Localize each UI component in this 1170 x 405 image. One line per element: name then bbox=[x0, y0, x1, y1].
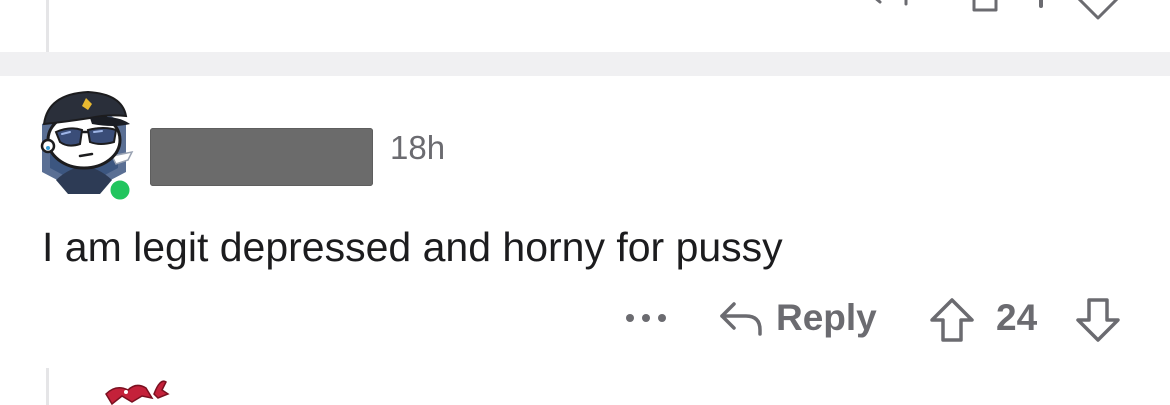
reply-button[interactable]: Reply bbox=[716, 290, 877, 346]
online-status-indicator bbox=[107, 177, 133, 200]
more-icon[interactable] bbox=[770, 0, 820, 4]
username-redacted[interactable] bbox=[150, 128, 373, 186]
comment: 18h I am legit depressed and horny for p… bbox=[0, 76, 1170, 366]
reply-icon[interactable] bbox=[862, 0, 912, 16]
upvote-icon[interactable] bbox=[928, 296, 976, 344]
reply-label: Reply bbox=[776, 297, 877, 338]
previous-comment-actions bbox=[0, 0, 1170, 52]
downvote-icon[interactable] bbox=[1074, 296, 1122, 344]
reply-icon bbox=[720, 302, 762, 336]
more-icon[interactable] bbox=[624, 312, 668, 324]
next-comment-avatar[interactable] bbox=[102, 376, 178, 405]
comment-timestamp: 18h bbox=[390, 129, 446, 166]
upvote-icon[interactable] bbox=[960, 0, 1010, 20]
thread-line bbox=[46, 368, 49, 405]
comment-actions: Reply 24 bbox=[0, 290, 1170, 346]
comment-separator bbox=[0, 52, 1170, 76]
downvote-icon[interactable] bbox=[1070, 0, 1126, 24]
vote-divider bbox=[1039, 0, 1043, 8]
comment-thread-page: 18h I am legit depressed and horny for p… bbox=[0, 0, 1170, 405]
previous-comment bbox=[0, 0, 1170, 52]
vote-count: 24 bbox=[996, 297, 1038, 338]
comment-body: I am legit depressed and horny for pussy bbox=[42, 224, 783, 270]
user-avatar[interactable] bbox=[30, 84, 138, 200]
